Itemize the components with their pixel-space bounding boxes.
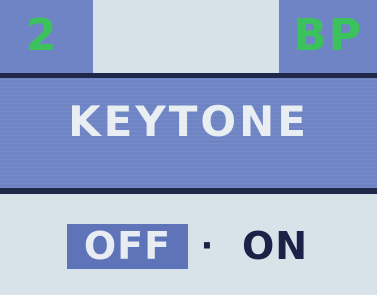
page-number: 2 — [26, 10, 58, 61]
mode-code: BP — [293, 10, 363, 61]
option-separator: · — [200, 226, 214, 266]
menu-title: KEYTONE — [68, 97, 309, 146]
status-center-panel — [93, 0, 279, 73]
option-off-button[interactable]: OFF — [67, 224, 188, 269]
lcd-screen: 2 BP KEYTONE OFF · ON — [0, 0, 377, 295]
title-band: KEYTONE — [0, 78, 377, 188]
option-on-button[interactable]: ON — [230, 224, 320, 269]
status-bar: 2 BP — [0, 0, 377, 73]
option-selector: OFF · ON — [0, 194, 377, 295]
